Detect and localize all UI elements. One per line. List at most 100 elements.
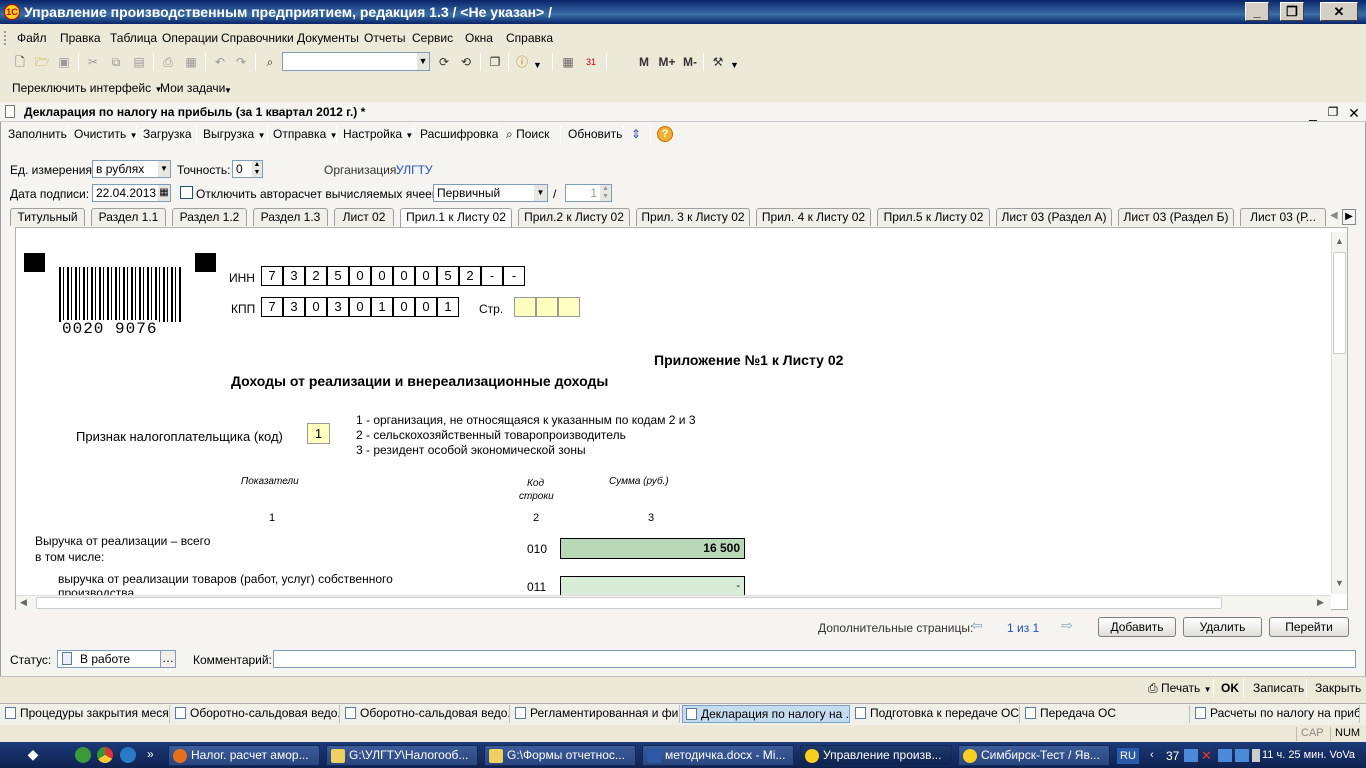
memory-minus-button[interactable]: M-: [680, 54, 700, 70]
prev-page-icon[interactable]: ⇦: [967, 617, 987, 635]
taskbar-item-active[interactable]: Управление произв...: [800, 745, 952, 766]
menu-references[interactable]: Справочники: [221, 31, 294, 45]
taskbar-item[interactable]: методичка.docx - Mi...: [642, 745, 794, 766]
inn-cell[interactable]: 0: [349, 266, 371, 286]
tab-app3-sheet02[interactable]: Прил. 3 к Листу 02: [636, 208, 750, 226]
chevron-down-icon[interactable]: ▼: [158, 161, 170, 177]
find-button[interactable]: ⌕ Поиск: [506, 127, 549, 142]
inn-cell[interactable]: 0: [371, 266, 393, 286]
taxpayer-code-input[interactable]: 1: [307, 423, 330, 444]
kpp-cell[interactable]: 0: [393, 297, 415, 317]
close-form-button[interactable]: Закрыть: [1315, 681, 1361, 695]
inn-cell[interactable]: 0: [415, 266, 437, 286]
settings-button[interactable]: Настройка ▼: [343, 127, 413, 141]
doc-minimize-button[interactable]: _: [1306, 105, 1320, 121]
kpp-cell[interactable]: 3: [327, 297, 349, 317]
kpp-cell[interactable]: 0: [349, 297, 371, 317]
tab-app5-sheet02[interactable]: Прил.5 к Листу 02: [877, 208, 990, 226]
export-button[interactable]: Выгрузка ▼: [203, 127, 266, 141]
expand-icon[interactable]: ⇕: [631, 127, 641, 141]
menu-windows[interactable]: Окна: [465, 31, 493, 45]
scroll-down-icon[interactable]: ▼: [1335, 578, 1344, 588]
print-button[interactable]: ⎙ Печать ▼: [1148, 681, 1212, 696]
chevron-down-icon[interactable]: ▼: [224, 86, 232, 95]
tab-app2-sheet02[interactable]: Прил.2 к Листу 02: [518, 208, 630, 226]
start-button[interactable]: ◆: [20, 746, 46, 766]
kpp-cell[interactable]: 3: [283, 297, 305, 317]
status-input[interactable]: В работе: [57, 650, 161, 668]
inn-cell[interactable]: 0: [393, 266, 415, 286]
refresh-button[interactable]: Обновить: [568, 127, 622, 141]
chevron-down-icon[interactable]: ▼: [730, 60, 739, 70]
page-cell[interactable]: [558, 297, 580, 317]
window-tab-active[interactable]: Декларация по налогу на ...: [682, 705, 850, 723]
ok-button[interactable]: OK: [1221, 681, 1239, 695]
save-icon[interactable]: ▣: [56, 54, 72, 70]
kpp-cell[interactable]: 1: [371, 297, 393, 317]
save-button[interactable]: Записать: [1253, 681, 1304, 695]
taskbar-item[interactable]: G:\УЛГТУ\Налогооб...: [326, 745, 478, 766]
revenue-own-cell[interactable]: -: [560, 576, 745, 595]
inn-cell[interactable]: 7: [261, 266, 283, 286]
comment-input[interactable]: [273, 650, 1356, 668]
menu-table[interactable]: Таблица: [110, 31, 157, 45]
kpp-cell[interactable]: 7: [261, 297, 283, 317]
search-dropdown-icon[interactable]: ▼: [417, 53, 429, 70]
menu-edit[interactable]: Правка: [60, 31, 101, 45]
status-select-button[interactable]: …: [160, 650, 176, 668]
window-tab[interactable]: Расчеты по налогу на приб...: [1192, 705, 1360, 723]
decode-button[interactable]: Расшифровка: [420, 127, 498, 141]
print-icon[interactable]: ⎙: [160, 54, 176, 70]
inn-cell[interactable]: 5: [437, 266, 459, 286]
volume-icon[interactable]: [1252, 749, 1260, 762]
tab-sheet03-more[interactable]: Лист 03 (Р...: [1240, 208, 1326, 226]
fill-button[interactable]: Заполнить: [8, 127, 67, 141]
window-tab[interactable]: Подготовка к передаче ОС: [852, 705, 1020, 723]
windows-icon[interactable]: ❐: [487, 54, 503, 70]
org-link[interactable]: УЛГТУ: [396, 163, 433, 177]
load-button[interactable]: Загрузка: [143, 127, 192, 141]
tab-scroll-left-icon[interactable]: ◀: [1330, 210, 1338, 221]
menu-service[interactable]: Сервис: [412, 31, 453, 45]
search-icon[interactable]: ⌕: [262, 54, 278, 70]
language-indicator[interactable]: RU: [1117, 748, 1139, 764]
kpp-cell[interactable]: 0: [305, 297, 327, 317]
open-folder-icon[interactable]: 🗁: [34, 54, 50, 70]
menu-documents[interactable]: Документы: [297, 31, 359, 45]
minimize-button[interactable]: _: [1245, 2, 1269, 21]
menu-operations[interactable]: Операции: [162, 31, 218, 45]
doc-restore-button[interactable]: ❐: [1326, 105, 1340, 119]
next-page-icon[interactable]: ⇨: [1057, 617, 1077, 635]
calendar-icon[interactable]: 31: [583, 54, 599, 70]
scroll-left-icon[interactable]: ◀: [20, 597, 27, 608]
menu-file[interactable]: Файл: [17, 31, 47, 45]
tab-section-1-2[interactable]: Раздел 1.2: [172, 208, 247, 226]
kpp-cell[interactable]: 1: [437, 297, 459, 317]
send-button[interactable]: Отправка ▼: [273, 127, 338, 141]
my-tasks-button[interactable]: Мои задачи: [160, 81, 225, 95]
redo-icon[interactable]: ↷: [233, 54, 249, 70]
tray-app-icon[interactable]: [1235, 749, 1249, 762]
doc-close-button[interactable]: ✕: [1347, 105, 1361, 122]
taskbar-item[interactable]: G:\Формы отчетнос...: [484, 745, 636, 766]
inn-cell[interactable]: -: [481, 266, 503, 286]
paste-icon[interactable]: ▤: [131, 54, 147, 70]
tab-sheet03-b[interactable]: Лист 03 (Раздел Б): [1118, 208, 1234, 226]
tab-app1-sheet02[interactable]: Прил.1 к Листу 02: [400, 208, 512, 227]
undo-icon[interactable]: ↶: [212, 54, 228, 70]
chevron-down-icon[interactable]: ▼: [533, 60, 542, 70]
precision-stepper-icon[interactable]: ▲ ▼: [252, 161, 262, 177]
search-input[interactable]: [282, 52, 430, 71]
menu-help[interactable]: Справка: [506, 31, 553, 45]
page-cell[interactable]: [536, 297, 558, 317]
cut-icon[interactable]: ✂: [85, 54, 101, 70]
calendar-icon[interactable]: ▦: [158, 185, 170, 201]
info-icon[interactable]: ⓘ: [514, 54, 530, 70]
scroll-up-icon[interactable]: ▲: [1335, 236, 1344, 246]
chevron-down-icon[interactable]: ▼: [534, 185, 547, 201]
add-page-button[interactable]: Добавить: [1098, 617, 1176, 637]
correction-stepper-icon[interactable]: ▲ ▼: [600, 185, 611, 201]
no-network-icon[interactable]: ✕: [1201, 749, 1215, 762]
goto-page-button[interactable]: Перейти: [1269, 617, 1349, 637]
window-tab[interactable]: Оборотно-сальдовая ведо...: [342, 705, 510, 723]
